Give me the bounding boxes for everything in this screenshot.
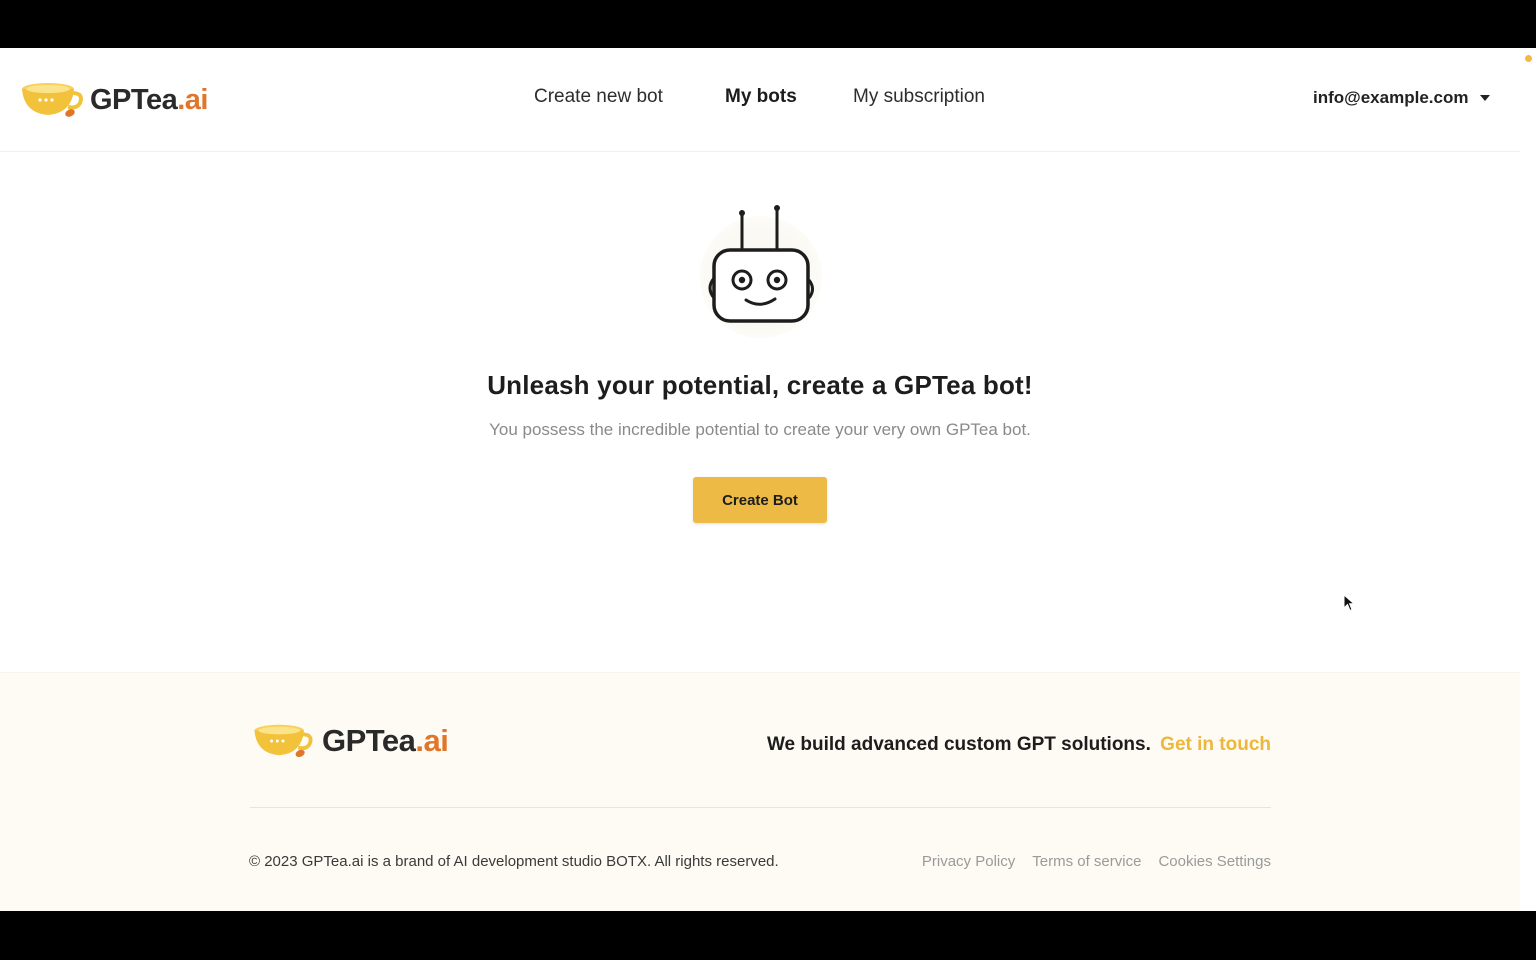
header-logo[interactable]: GPTea.ai: [20, 78, 208, 122]
site-footer: GPTea.ai We build advanced custom GPT so…: [0, 672, 1520, 911]
terms-of-service-link[interactable]: Terms of service: [1032, 853, 1141, 870]
header-logo-text: GPTea.ai: [90, 83, 208, 116]
mouse-cursor-icon: [1343, 594, 1355, 612]
footer-copyright: © 2023 GPTea.ai is a brand of AI develop…: [249, 853, 779, 870]
privacy-policy-link[interactable]: Privacy Policy: [922, 853, 1015, 870]
letterbox-bottom: [0, 911, 1536, 960]
scrollbar[interactable]: [1520, 48, 1536, 911]
footer-legal-links: Privacy Policy Terms of service Cookies …: [922, 853, 1271, 870]
footer-divider: [250, 807, 1271, 808]
cookies-settings-link[interactable]: Cookies Settings: [1158, 853, 1271, 870]
footer-logo[interactable]: GPTea.ai: [252, 721, 449, 761]
page: GPTea.ai Create new bot My bots My subsc…: [0, 48, 1520, 911]
caret-down-icon: [1480, 95, 1491, 101]
letterbox-top: [0, 0, 1536, 48]
browser-viewport: GPTea.ai Create new bot My bots My subsc…: [0, 48, 1536, 911]
nav-my-bots[interactable]: My bots: [725, 86, 797, 108]
teacup-icon: [22, 83, 83, 117]
create-bot-button[interactable]: Create Bot: [693, 477, 827, 523]
get-in-touch-link[interactable]: Get in touch: [1160, 734, 1271, 755]
nav-my-subscription[interactable]: My subscription: [853, 86, 985, 108]
scroll-indicator: [1525, 55, 1532, 62]
teacup-icon: [254, 724, 313, 758]
footer-tagline-text: We build advanced custom GPT solutions.: [766, 734, 1151, 755]
site-header: GPTea.ai Create new bot My bots My subsc…: [0, 48, 1520, 152]
robot-illustration: [692, 198, 832, 348]
empty-state-headline: Unleash your potential, create a GPTea b…: [487, 370, 1033, 400]
nav-create-new-bot[interactable]: Create new bot: [534, 86, 663, 108]
user-menu[interactable]: info@example.com: [1313, 88, 1491, 108]
user-email: info@example.com: [1313, 88, 1469, 107]
empty-state-subline: You possess the incredible potential to …: [489, 420, 1031, 439]
robot-icon: [708, 205, 814, 323]
footer-logo-text: GPTea.ai: [322, 723, 449, 758]
footer-tagline: We build advanced custom GPT solutions. …: [767, 734, 1271, 756]
